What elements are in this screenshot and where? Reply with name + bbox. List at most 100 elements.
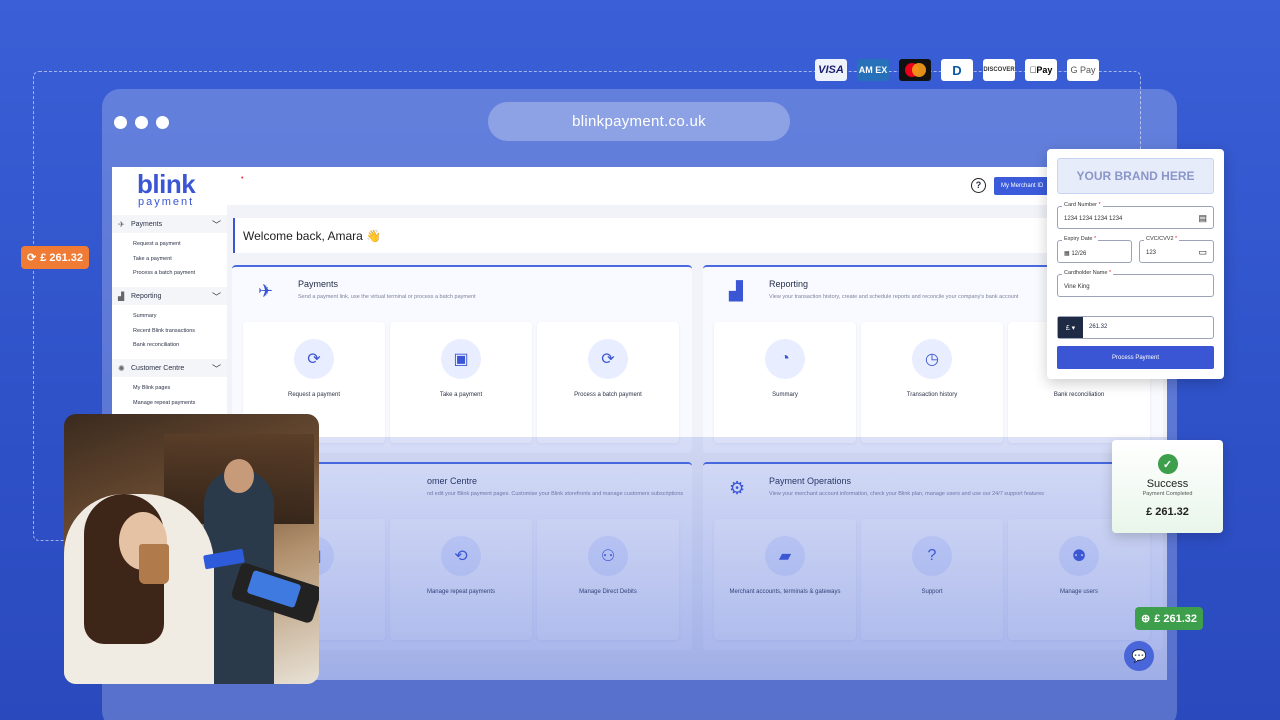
amount-field[interactable]: £ ▾ 261.32	[1057, 316, 1214, 339]
tile-label: Support	[921, 589, 943, 595]
panel-subtitle: nd edit your Blink payment pages. Custom…	[427, 491, 684, 497]
tile-label: Take a payment	[439, 392, 483, 398]
payment-amount-badge: ⊕ £ 261.32	[1135, 607, 1204, 630]
sidebar-item-repeat-payments[interactable]: Manage repeat payments	[112, 396, 227, 411]
nav-head-label: Payments	[131, 220, 163, 228]
refund-amount-badge: ⟳ £ 261.32	[21, 246, 90, 269]
nav-head-label: Reporting	[131, 292, 162, 300]
amount-value: 261.32	[1089, 324, 1108, 330]
nav-head-customer-centre[interactable]: ✺ Customer Centre ﹀	[112, 359, 227, 377]
nav-head-reporting[interactable]: ▟ Reporting ﹀	[112, 287, 227, 305]
user-settings-icon: ⚙	[729, 478, 746, 498]
card-back-icon: ▭	[1198, 247, 1207, 257]
welcome-banner: Welcome back, Amara 👋	[233, 218, 1163, 253]
panel-title: Payments	[298, 279, 339, 289]
window-controls	[114, 116, 169, 129]
sidebar-item-blink-pages[interactable]: My Blink pages	[112, 381, 227, 396]
success-amount: £ 261.32	[1146, 506, 1189, 518]
blink-logo[interactable]: blink payment	[137, 169, 196, 208]
customer-centre-icon: ✺	[118, 363, 125, 373]
check-icon: ✓	[1157, 454, 1178, 474]
nav-head-payments[interactable]: ✈ Payments ﹀	[112, 215, 227, 233]
help-icon[interactable]: ?	[971, 178, 986, 193]
cardholder-name-field[interactable]: Cardholder Name * Vine King	[1057, 270, 1214, 297]
tile-repeat-payments[interactable]: ⟲ Manage repeat payments	[390, 519, 532, 640]
chevron-down-icon[interactable]: ﹀	[212, 218, 221, 231]
merchant-icon: ▰	[765, 536, 805, 576]
request-payment-icon: ⟳	[294, 339, 334, 379]
tile-transaction-history[interactable]: ◷ Transaction history	[861, 322, 1003, 443]
tile-label: Bank reconciliation	[1053, 392, 1105, 398]
topbar: • ? My Merchant ID	[227, 167, 1167, 205]
plus-circle-icon: ⊕	[1141, 613, 1151, 625]
tile-label: Process a batch payment	[574, 392, 642, 398]
window-dot[interactable]	[135, 116, 148, 129]
diners-logo: D	[941, 59, 973, 81]
discover-logo: DISCOVER	[983, 59, 1015, 81]
bar-chart-icon: ▟	[729, 281, 743, 301]
nav-section-customer-centre: ✺ Customer Centre ﹀ My Blink pages Manag…	[112, 359, 227, 410]
payments-icon: ✈	[118, 219, 125, 229]
nav-section-reporting: ▟ Reporting ﹀ Summary Recent Blink trans…	[112, 287, 227, 353]
card-number-field[interactable]: Card Number * 1234 1234 1234 1234 ▤	[1057, 202, 1214, 229]
google-pay-logo: G Pay	[1067, 59, 1099, 81]
window-dot[interactable]	[156, 116, 169, 129]
chevron-down-icon[interactable]: ﹀	[212, 362, 221, 375]
process-payment-button[interactable]: Process Payment	[1057, 346, 1214, 369]
badge-amount: £ 261.32	[1154, 612, 1198, 625]
chat-icon[interactable]: 💬	[1124, 641, 1154, 671]
photo-customer	[64, 494, 214, 684]
tile-batch-payment[interactable]: ⟳ Process a batch payment	[537, 322, 679, 443]
panel-title: Payment Operations	[769, 476, 852, 486]
sidebar-item-bank-reconciliation[interactable]: Bank reconciliation	[112, 338, 227, 353]
sidebar-item-recent-transactions[interactable]: Recent Blink transactions	[112, 324, 227, 339]
red-marker: •	[241, 175, 244, 182]
tile-direct-debits[interactable]: ⚇ Manage Direct Debits	[537, 519, 679, 640]
panel-subtitle: Send a payment link, use the virtual ter…	[298, 294, 476, 300]
brand-sub: payment	[137, 196, 195, 208]
window-dot[interactable]	[114, 116, 127, 129]
tile-merchant-accounts[interactable]: ▰ Merchant accounts, terminals & gateway…	[714, 519, 856, 640]
url-bar[interactable]: blinkpayment.co.uk	[488, 102, 790, 141]
payments-icon: ✈	[258, 281, 274, 301]
refresh-icon: ⟳	[27, 252, 37, 264]
brand-name: blink	[137, 169, 196, 199]
card-terminal-icon: ▣	[441, 339, 481, 379]
sidebar-item-summary[interactable]: Summary	[112, 309, 227, 324]
badge-amount: £ 261.32	[40, 251, 84, 264]
sidebar-item-request-payment[interactable]: Request a payment	[112, 237, 227, 252]
tile-label: Transaction history	[906, 392, 958, 398]
tile-label: Merchant accounts, terminals & gateways	[729, 589, 841, 595]
sidebar-item-take-payment[interactable]: Take a payment	[112, 252, 227, 267]
photo-coffee-cup	[139, 544, 169, 584]
sidebar-item-batch-payment[interactable]: Process a batch payment	[112, 266, 227, 281]
payment-methods-row: VISA AM EX D DISCOVER Pay G Pay	[815, 59, 1099, 81]
users-icon: ⚉	[1059, 536, 1099, 576]
help-icon: ?	[912, 536, 952, 576]
amex-logo: AM EX	[857, 59, 889, 81]
panel-payment-operations: ⚙ Payment Operations View your merchant …	[703, 462, 1163, 650]
chevron-down-icon[interactable]: ﹀	[212, 290, 221, 303]
brand-placeholder: YOUR BRAND HERE	[1057, 158, 1214, 194]
panel-subtitle: View your merchant account information, …	[769, 491, 1045, 497]
card-number-value: 1234 1234 1234 1234	[1064, 216, 1123, 222]
panel-title: omer Centre	[427, 476, 478, 486]
tile-manage-users[interactable]: ⚉ Manage users	[1008, 519, 1150, 640]
cardholder-value: Vine King	[1064, 284, 1090, 290]
currency-select[interactable]: £ ▾	[1058, 317, 1083, 338]
payment-form: YOUR BRAND HERE Card Number * 1234 1234 …	[1047, 149, 1224, 379]
cvc-field[interactable]: CVC/CVV2 * 123 ▭	[1139, 236, 1214, 263]
tile-label: Summary	[772, 392, 798, 398]
tile-label: Manage repeat payments	[426, 589, 496, 595]
tile-take-payment[interactable]: ▣ Take a payment	[390, 322, 532, 443]
expiry-date-field[interactable]: Expiry Date * ▦ 12/26	[1057, 236, 1132, 263]
batch-payment-icon: ⟳	[588, 339, 628, 379]
reporting-icon: ▟	[118, 291, 125, 301]
repeat-payment-icon: ⟲	[441, 536, 481, 576]
mastercard-logo	[899, 59, 931, 81]
tile-support[interactable]: ? Support	[861, 519, 1003, 640]
success-subtitle: Payment Completed	[1142, 491, 1193, 497]
tile-label: Manage users	[1059, 589, 1099, 595]
tile-summary[interactable]: ◔ Summary	[714, 322, 856, 443]
nav-section-payments: ✈ Payments ﹀ Request a payment Take a pa…	[112, 215, 227, 281]
